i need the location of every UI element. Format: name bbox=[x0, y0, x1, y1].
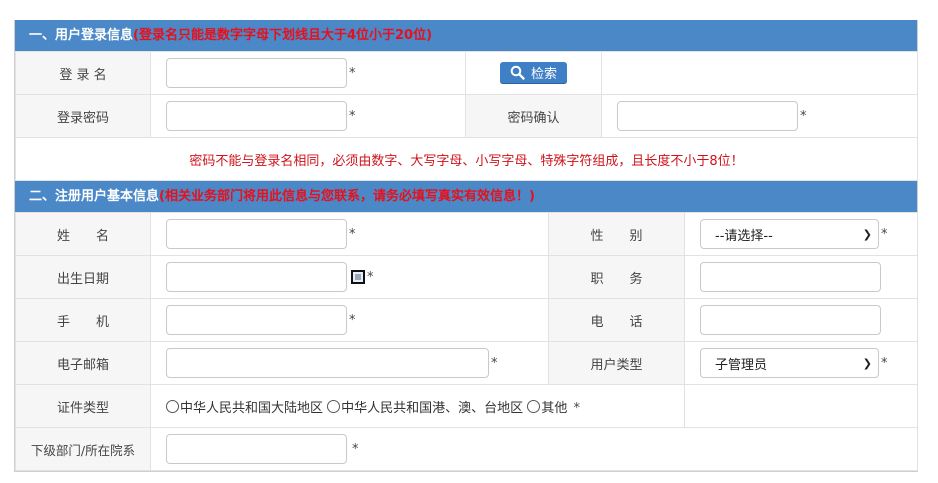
section-title-login: 一、用户登录信息 bbox=[29, 28, 134, 43]
table-row: 登 录 名 * 检索 bbox=[15, 51, 918, 95]
login-info-table: 登 录 名 * 检索 登录密码 * 密码确认 * 密码不能与登录名相同，必须由数… bbox=[15, 51, 918, 181]
mobile-label: 手 机 bbox=[15, 298, 151, 342]
required-mark: * bbox=[367, 269, 374, 285]
gender-select[interactable]: --请选择-- ❯ bbox=[700, 219, 879, 249]
required-mark: * bbox=[349, 226, 356, 242]
search-button[interactable]: 检索 bbox=[499, 61, 567, 84]
required-mark: * bbox=[349, 65, 356, 81]
registration-form: 一、用户登录信息(登录名只能是数字字母下划线且大于4位小于20位) 登 录 名 … bbox=[14, 20, 918, 472]
table-row: 姓 名 * 性 别 --请选择-- ❯ * bbox=[15, 212, 918, 256]
phone-input[interactable] bbox=[700, 305, 881, 335]
user-type-select-value: 子管理员 bbox=[715, 357, 768, 373]
login-name-input[interactable] bbox=[166, 58, 347, 88]
table-row: 下级部门/所在院系 * bbox=[15, 427, 918, 471]
radio-button[interactable] bbox=[327, 399, 341, 413]
section-note-basic: (相关业务部门将用此信息与您联系，请务必填写真实有效信息！) bbox=[159, 189, 535, 204]
password-rule-text: 密码不能与登录名相同，必须由数字、大写字母、小写字母、特殊字符组成，且长度不小于… bbox=[15, 137, 918, 181]
required-mark: * bbox=[491, 355, 498, 371]
id-type-option-hmt[interactable]: 中华人民共和国港、澳、台地区 bbox=[327, 399, 523, 416]
section-header-login: 一、用户登录信息(登录名只能是数字字母下划线且大于4位小于20位) bbox=[15, 20, 917, 51]
phone-label: 电 话 bbox=[548, 298, 685, 342]
birth-date-input[interactable] bbox=[166, 262, 347, 292]
confirm-password-label: 密码确认 bbox=[465, 94, 602, 138]
position-input[interactable] bbox=[700, 262, 881, 292]
email-label: 电子邮箱 bbox=[15, 341, 151, 385]
confirm-password-input[interactable] bbox=[617, 101, 798, 131]
name-label: 姓 名 bbox=[15, 212, 151, 256]
required-mark: * bbox=[573, 400, 580, 416]
section-header-basic: 二、注册用户基本信息(相关业务部门将用此信息与您联系，请务必填写真实有效信息！) bbox=[15, 181, 917, 212]
table-row: 电子邮箱 * 用户类型 子管理员 ❯ * bbox=[15, 341, 918, 385]
id-type-label: 证件类型 bbox=[15, 384, 151, 428]
radio-button[interactable] bbox=[166, 399, 179, 413]
mobile-input[interactable] bbox=[166, 305, 347, 335]
id-type-option-other[interactable]: 其他 bbox=[527, 399, 567, 416]
department-label: 下级部门/所在院系 bbox=[15, 427, 151, 471]
table-row: 证件类型 中华人民共和国大陆地区 中华人民共和国港、澳、台地区 其他 * bbox=[15, 384, 918, 428]
search-button-label: 检索 bbox=[530, 67, 557, 83]
gender-label: 性 别 bbox=[548, 212, 685, 256]
name-input[interactable] bbox=[166, 219, 347, 249]
required-mark: * bbox=[349, 108, 356, 124]
section-note-login: (登录名只能是数字字母下划线且大于4位小于20位) bbox=[133, 28, 433, 43]
email-input[interactable] bbox=[166, 348, 489, 378]
required-mark: * bbox=[881, 226, 888, 242]
id-type-option-mainland[interactable]: 中华人民共和国大陆地区 bbox=[166, 399, 323, 416]
chevron-down-icon: ❯ bbox=[862, 356, 872, 370]
table-row: 手 机 * 电 话 bbox=[15, 298, 918, 342]
password-input[interactable] bbox=[166, 101, 347, 131]
login-name-label: 登 录 名 bbox=[15, 51, 151, 95]
radio-button[interactable] bbox=[527, 399, 541, 413]
required-mark: * bbox=[349, 312, 356, 328]
department-input[interactable] bbox=[166, 434, 347, 464]
required-mark: * bbox=[352, 441, 359, 457]
chevron-down-icon: ❯ bbox=[862, 227, 872, 241]
required-mark: * bbox=[800, 108, 807, 124]
gender-select-value: --请选择-- bbox=[715, 228, 773, 244]
user-type-label: 用户类型 bbox=[548, 341, 685, 385]
table-row: 出生日期 * 职 务 bbox=[15, 255, 918, 299]
search-icon bbox=[510, 65, 525, 80]
calendar-icon[interactable] bbox=[351, 270, 365, 284]
password-label: 登录密码 bbox=[15, 94, 151, 138]
table-row: 密码不能与登录名相同，必须由数字、大写字母、小写字母、特殊字符组成，且长度不小于… bbox=[15, 137, 918, 181]
position-label: 职 务 bbox=[548, 255, 685, 299]
section-title-basic: 二、注册用户基本信息 bbox=[29, 189, 160, 204]
table-row: 登录密码 * 密码确认 * bbox=[15, 94, 918, 138]
basic-info-table: 姓 名 * 性 别 --请选择-- ❯ * 出生日期 * 职 务 手 机 * 电… bbox=[15, 212, 918, 471]
user-type-select[interactable]: 子管理员 ❯ bbox=[700, 348, 879, 378]
birth-date-label: 出生日期 bbox=[15, 255, 151, 299]
required-mark: * bbox=[881, 355, 888, 371]
